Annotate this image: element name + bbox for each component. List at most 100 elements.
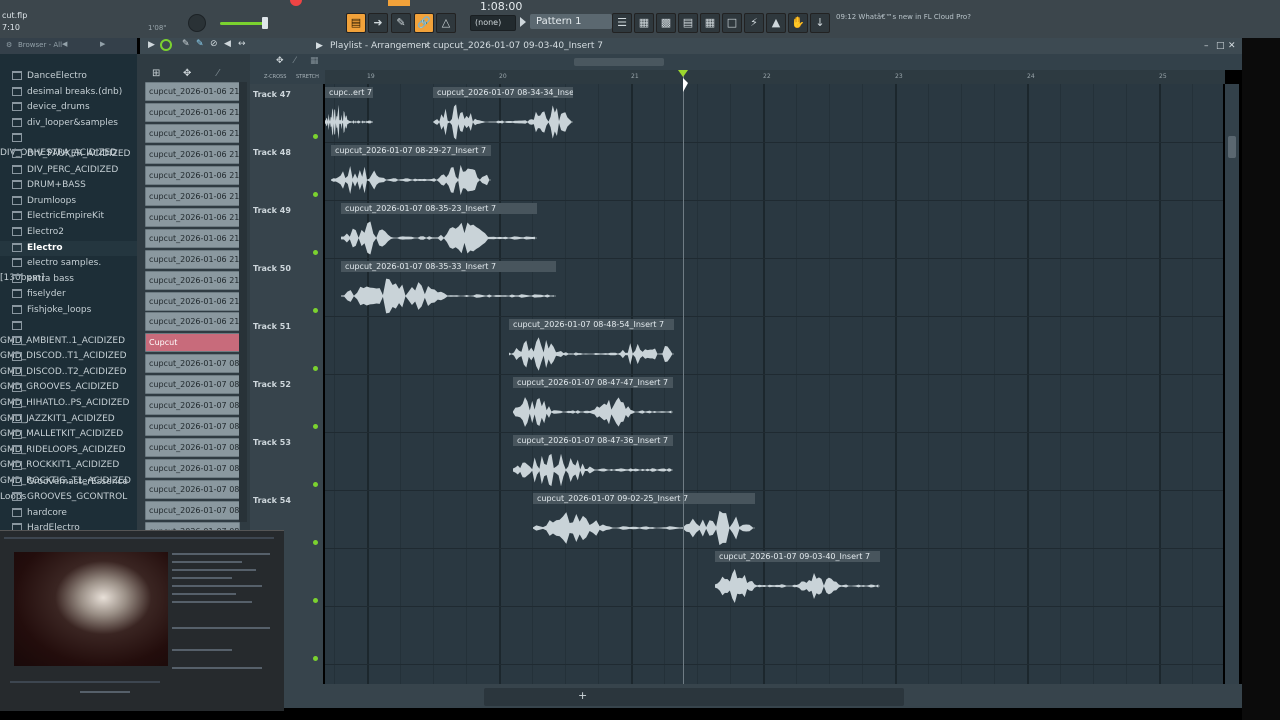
audio-clip[interactable]: cupcut_2026-01-07 08-34-34_Insert 7 [433, 87, 573, 143]
track-row[interactable] [325, 490, 1223, 549]
track-name[interactable]: Track 53 [253, 438, 291, 447]
audio-clip[interactable]: cupcut_2026-01-07 08-48-54_Insert 7 [509, 319, 674, 375]
audio-clip[interactable]: cupcut_2026-01-07 09-02-25_Insert 7 [533, 493, 755, 549]
minimize-icon[interactable]: – [1204, 38, 1209, 54]
pattern-mode-dropdown[interactable]: (none) [470, 15, 516, 31]
zcross-label[interactable]: Z-CROSS [264, 74, 286, 80]
browser-item[interactable]: GMD_MALLETKIT_ACIDIZED [0, 412, 137, 439]
track-name[interactable]: Track 49 [253, 206, 291, 215]
mute-icon[interactable]: ◀ [224, 39, 231, 49]
playlist-grid[interactable]: cupc..ert 7 cupcut_2026-01-07 08-34-34_In… [325, 84, 1223, 684]
track-row[interactable] [325, 432, 1223, 491]
play-pattern-icon[interactable] [520, 17, 526, 27]
vertical-scroll-thumb[interactable] [1228, 136, 1236, 158]
browser-item[interactable]: GMD_JAZZKIT1_ACIDIZED [0, 397, 137, 424]
picker-item[interactable]: cupcut_2026-01-07 08-2.. [145, 375, 240, 395]
browser-item[interactable]: Drumloops [0, 194, 137, 209]
arrow-right-icon[interactable]: ▶ [100, 40, 105, 48]
person-icon[interactable]: ▲ [766, 13, 786, 33]
slip-icon[interactable]: ↔ [238, 39, 246, 49]
browser-item[interactable]: GMD_DISCOD..T2_ACIDIZED [0, 350, 137, 377]
maximize-icon[interactable]: □ [1216, 38, 1225, 54]
picker-item[interactable]: cupcut_2026-01-06 21-1.. [145, 186, 240, 206]
track-name[interactable]: Track 54 [253, 496, 291, 505]
browser-item[interactable]: GMD_ROCKTIG..T1_ACIDIZED [0, 459, 137, 486]
line-icon[interactable]: ⁄ [217, 68, 219, 79]
track-mute-led[interactable] [313, 134, 318, 139]
track-name[interactable]: Track 52 [253, 380, 291, 389]
plugin-icon[interactable]: ⚡ [744, 13, 764, 33]
browser-item[interactable]: Fishjoke_loops [0, 303, 137, 318]
browser-item[interactable]: extra bass [0, 272, 137, 287]
playlist-mode-button[interactable]: ▤ [346, 13, 366, 33]
stamp-icon[interactable]: △ [436, 13, 456, 33]
picker-item[interactable]: cupcut_2026-01-07 08-2.. [145, 396, 240, 416]
playlist-icon[interactable]: ▤ [678, 13, 698, 33]
picker-item[interactable]: cupcut_2026-01-07 08-2.. [145, 438, 240, 458]
browser-item[interactable]: electro samples.[130bpm] [0, 256, 137, 283]
browser-item[interactable]: DRUM+BASS [0, 178, 137, 193]
browser-item[interactable]: Electro [0, 240, 137, 256]
mixer-icon[interactable]: ☰ [612, 13, 632, 33]
timeline-ruler[interactable]: 19 20 21 22 23 24 25 [325, 70, 1225, 84]
download-icon[interactable]: ↓ [810, 13, 830, 33]
picker-item[interactable]: cupcut_2026-01-07 08-3.. [145, 459, 240, 479]
record-button[interactable] [290, 0, 302, 6]
arrow-right-icon[interactable]: ➜ [368, 13, 388, 33]
close-icon[interactable]: ✕ [1228, 38, 1236, 54]
master-pitch-slider[interactable] [220, 22, 266, 25]
track-name[interactable]: Track 51 [253, 322, 291, 331]
audio-clip[interactable]: cupcut_2026-01-07 08-35-23_Insert 7 [341, 203, 537, 259]
pencil-icon[interactable]: ✎ [182, 39, 190, 49]
picker-item[interactable]: cupcut_2026-01-06 21-2.. [145, 291, 240, 311]
audio-clip[interactable]: cupcut_2026-01-07 08-47-36_Insert 7 [513, 435, 673, 491]
move-icon[interactable]: ✥ [183, 68, 191, 79]
track-mute-led[interactable] [313, 424, 318, 429]
picker-item[interactable]: cupcut_2026-01-07 08-3.. [145, 501, 240, 520]
audio-clip[interactable]: cupc..ert 7 [325, 87, 373, 143]
track-mute-led[interactable] [313, 308, 318, 313]
arrow-left-icon[interactable]: ◀ [62, 40, 67, 48]
link-icon[interactable]: 🔗 [414, 13, 434, 33]
vertical-scrollbar[interactable] [1225, 84, 1239, 684]
move-icon[interactable]: ✥ [276, 56, 284, 66]
playhead[interactable] [683, 70, 684, 684]
brush-icon[interactable]: ✎ [196, 39, 204, 49]
browser-item[interactable]: GMD_HIHATLO..PS_ACIDIZED [0, 381, 137, 408]
pattern-selector[interactable]: Pattern 1 [530, 14, 612, 29]
browser-item[interactable]: DIV_PAUKER_ACIDIZED [0, 147, 137, 162]
grid-icon[interactable]: ⊞ [152, 68, 160, 79]
channel-rack-icon[interactable]: ▦ [634, 13, 654, 33]
picker-item[interactable]: cupcut_2026-01-06 21-1.. [145, 102, 240, 122]
browser-item[interactable]: hardcore [0, 506, 137, 521]
track-mute-led[interactable] [313, 482, 318, 487]
audio-clip[interactable]: cupcut_2026-01-07 08-29-27_Insert 7 [331, 145, 491, 201]
bottom-scrollbar[interactable]: + [484, 688, 904, 706]
browser-item[interactable]: GroovemasterEssence Loops [0, 475, 137, 502]
browser-item[interactable]: DIV_ORHESTRA_ACIDIZED [0, 131, 137, 158]
browser-item[interactable]: GMD_ROCKKIT1_ACIDIZED [0, 443, 137, 470]
picker-item[interactable]: cupcut_2026-01-06 21-1.. [145, 228, 240, 248]
audio-clip[interactable]: cupcut_2026-01-07 09-03-40_Insert 7 [715, 551, 880, 607]
browser-item[interactable]: fiselyder [0, 287, 137, 302]
magnet-icon[interactable] [160, 39, 172, 51]
track-row[interactable] [325, 606, 1223, 665]
track-name[interactable]: Track 48 [253, 148, 291, 157]
track-row[interactable] [325, 374, 1223, 433]
pencil-icon[interactable]: ✎ [391, 13, 411, 33]
browser-item[interactable]: ElectricEmpireKit [0, 209, 137, 224]
browser-item[interactable]: desimal breaks.(dnb) [0, 85, 137, 100]
delete-icon[interactable]: ⊘ [210, 39, 218, 49]
picker-item[interactable]: cupcut_2026-01-07 08-2.. [145, 354, 240, 374]
picker-item[interactable]: cupcut_2026-01-06 21-2.. [145, 249, 240, 269]
picker-item[interactable]: cupcut_2026-01-06 21-1.. [145, 207, 240, 227]
master-volume-knob[interactable] [188, 14, 206, 32]
audio-clip[interactable]: cupcut_2026-01-07 08-35-33_Insert 7 [341, 261, 556, 317]
picker-item[interactable]: cupcut_2026-01-06 21-1.. [145, 165, 240, 185]
browser-item[interactable]: GMD_AMBIENT..1_ACIDIZED [0, 319, 137, 346]
browser-item[interactable]: device_drums [0, 100, 137, 115]
track-mute-led[interactable] [313, 192, 318, 197]
breadcrumb-arrow-icon[interactable]: ▶ [316, 38, 323, 54]
browser-icon[interactable]: ▦ [700, 13, 720, 33]
piano-roll-icon[interactable]: ▩ [656, 13, 676, 33]
